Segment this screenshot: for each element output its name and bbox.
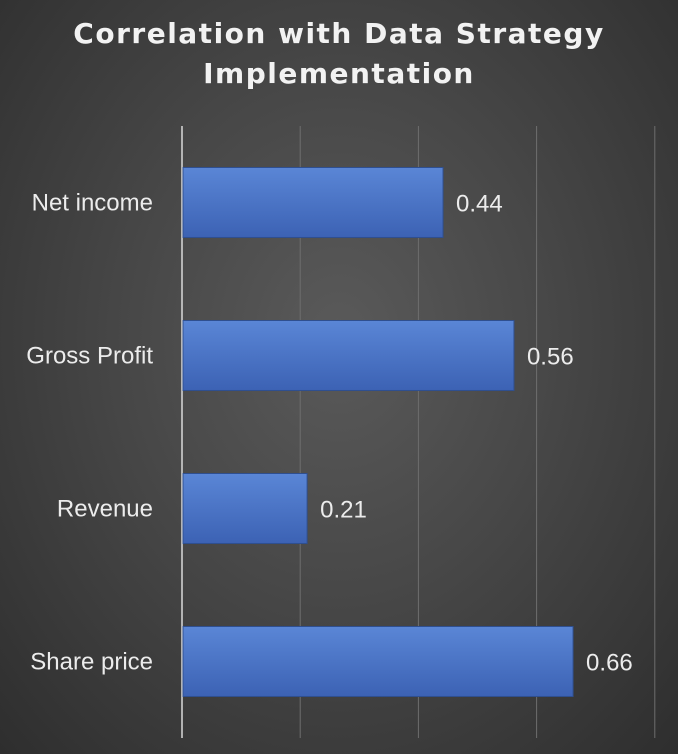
- bar: [182, 473, 308, 544]
- data-label: 0.44: [456, 191, 503, 218]
- plot-area: Net income 0.44 Gross Profit 0.56 Revenue 0.2…: [26, 126, 656, 738]
- bar: [182, 167, 444, 238]
- category-label: Net income: [32, 190, 153, 217]
- category-label: Share price: [30, 649, 153, 676]
- bar: [182, 320, 515, 391]
- category-label: Revenue: [57, 496, 153, 523]
- category-label: Gross Profit: [26, 343, 153, 370]
- bar: [182, 626, 574, 697]
- data-label: 0.56: [527, 344, 574, 371]
- chart: Correlation with Data Strategy Implement…: [0, 0, 678, 754]
- data-label: 0.21: [320, 497, 367, 524]
- data-label: 0.66: [586, 650, 633, 677]
